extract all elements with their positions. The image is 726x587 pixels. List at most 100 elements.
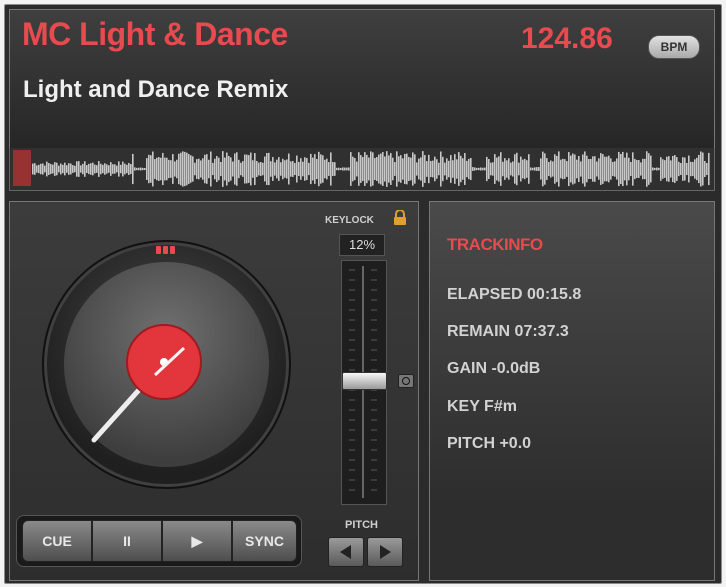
waveform-bar <box>650 155 652 183</box>
waveform-bar <box>606 156 608 182</box>
waveform-bar <box>260 162 262 176</box>
waveform-bar <box>442 156 444 182</box>
waveform-bar <box>294 162 296 176</box>
waveform-overview[interactable] <box>9 148 715 191</box>
pitch-nudge-up-button[interactable] <box>367 537 403 567</box>
bpm-badge[interactable]: BPM <box>648 35 700 59</box>
sync-button[interactable]: SYNC <box>232 520 297 562</box>
waveform-bar <box>616 158 618 180</box>
waveform-bar <box>504 158 506 180</box>
waveform-bar <box>604 156 606 182</box>
waveform-bar <box>70 163 72 175</box>
waveform-bar <box>362 157 364 181</box>
waveform-bar <box>702 152 704 186</box>
key-value: KEY F#m <box>447 398 517 415</box>
waveform-bar <box>68 163 70 175</box>
waveform-bar <box>474 167 476 171</box>
platter-overlay <box>91 246 202 443</box>
waveform-bar <box>222 151 224 187</box>
waveform-bar <box>394 162 396 176</box>
waveform-bar <box>196 159 198 179</box>
waveform-bar <box>662 159 664 179</box>
waveform-bar <box>376 157 378 181</box>
waveform-bar <box>682 157 684 181</box>
pitch-reset-button[interactable] <box>398 374 414 388</box>
waveform-bar <box>538 167 540 171</box>
waveform-bar <box>582 154 584 184</box>
lock-icon[interactable] <box>393 210 407 226</box>
waveform-bar <box>50 163 52 175</box>
waveform-bar <box>526 160 528 178</box>
pause-button[interactable]: II <box>92 520 162 562</box>
waveform-bar <box>558 151 560 187</box>
waveform-bar <box>556 155 558 183</box>
waveform-bar <box>448 160 450 178</box>
waveform-bar <box>168 159 170 179</box>
waveform-bar <box>288 153 290 185</box>
waveform-bar <box>522 159 524 179</box>
waveform-bar <box>92 162 94 176</box>
waveform-bar <box>420 157 422 181</box>
waveform-bar <box>402 158 404 180</box>
waveform-bar <box>148 154 150 184</box>
play-button[interactable]: ▶ <box>162 520 232 562</box>
waveform-bar <box>46 161 48 177</box>
waveform-bar <box>494 154 496 184</box>
waveform-bar <box>428 154 430 184</box>
waveform-bar <box>520 156 522 182</box>
waveform-bar <box>246 154 248 184</box>
waveform-bar <box>390 153 392 185</box>
pitch-range[interactable]: 12% <box>339 234 385 256</box>
waveform-bar <box>314 154 316 184</box>
waveform-bar <box>306 158 308 180</box>
pitch-fader-handle[interactable] <box>342 372 387 390</box>
waveform-bar <box>52 164 54 174</box>
bpm-value: 124.86 <box>521 22 613 55</box>
waveform-bar <box>472 167 474 171</box>
waveform-bar <box>322 155 324 183</box>
waveform-bar <box>656 167 658 171</box>
waveform-bar <box>360 155 362 183</box>
waveform-bar <box>272 157 274 181</box>
waveform-bar <box>278 157 280 181</box>
waveform-bar <box>684 157 686 181</box>
waveform-bar <box>354 157 356 181</box>
waveform-bar <box>584 151 586 187</box>
platter-position-marker <box>163 246 168 254</box>
waveform-bar <box>128 162 130 176</box>
waveform-graphic <box>13 150 710 187</box>
waveform-bar <box>330 152 332 186</box>
waveform-bar <box>342 167 344 171</box>
waveform-bar <box>578 155 580 183</box>
transport-controls: CUE II ▶ SYNC <box>16 515 302 567</box>
waveform-bar <box>630 161 632 177</box>
waveform-bar <box>270 161 272 177</box>
waveform-bar <box>404 153 406 185</box>
cue-button[interactable]: CUE <box>22 520 92 562</box>
waveform-bar <box>642 158 644 180</box>
waveform-bar <box>418 158 420 180</box>
waveform-bar <box>614 161 616 177</box>
waveform-bar <box>536 167 538 171</box>
pitch-nudge-down-button[interactable] <box>328 537 364 567</box>
waveform-bar <box>200 160 202 178</box>
waveform-bar <box>154 159 156 179</box>
waveform-bar <box>258 162 260 176</box>
waveform-bar <box>84 161 86 177</box>
waveform-bar <box>686 162 688 176</box>
playhead-marker[interactable] <box>13 150 31 186</box>
track-artist: MC Light & Dance <box>22 16 288 52</box>
waveform-bar <box>378 154 380 184</box>
waveform-bar <box>696 157 698 181</box>
waveform-bar <box>574 154 576 184</box>
waveform-bar <box>514 154 516 184</box>
waveform-bar <box>592 156 594 182</box>
waveform-bar <box>544 153 546 185</box>
waveform-bar <box>594 156 596 182</box>
waveform-bar <box>284 160 286 178</box>
waveform-bar <box>42 163 44 175</box>
waveform-bar <box>226 152 228 186</box>
waveform-bar <box>158 157 160 181</box>
waveform-bar <box>160 157 162 181</box>
waveform-bar <box>76 161 78 177</box>
